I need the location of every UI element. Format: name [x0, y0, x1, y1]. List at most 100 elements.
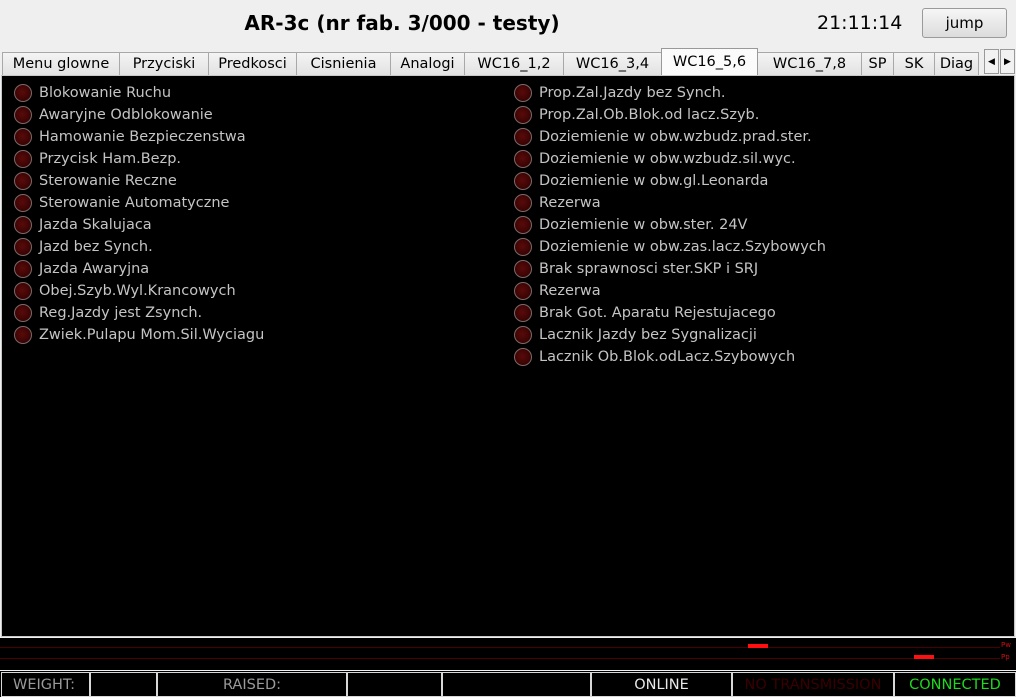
signal-label: Hamowanie Bezpieczenstwa: [39, 129, 246, 145]
signal-label: Blokowanie Ruchu: [39, 85, 172, 101]
trend-line-pw: [0, 647, 1000, 648]
trend-label-pw: Pw: [1001, 641, 1011, 649]
tab-wc16-3-4[interactable]: WC16_3,4: [563, 52, 662, 75]
signal-row: Jazd bez Synch.: [14, 236, 264, 258]
tab-cisnienia[interactable]: Cisnienia: [296, 52, 391, 75]
signal-label: Jazda Skalujaca: [39, 217, 152, 233]
status-led-icon: [514, 216, 532, 234]
status-led-icon: [14, 216, 32, 234]
signal-label: Przycisk Ham.Bezp.: [39, 151, 182, 167]
clock: 21:11:14: [817, 12, 903, 34]
no-transmission-status: NO TRANSMISSION: [732, 672, 894, 697]
tab-list: Menu glowne Przyciski Predkosci Cisnienia An…: [2, 48, 979, 75]
status-led-icon: [14, 326, 32, 344]
signal-row: Prop.Zal.Ob.Blok.od lacz.Szyb.: [514, 104, 826, 126]
tab-wc16-7-8[interactable]: WC16_7,8: [757, 52, 862, 75]
tab-wc16-1-2[interactable]: WC16_1,2: [464, 52, 564, 75]
status-led-icon: [514, 172, 532, 190]
status-led-icon: [14, 106, 32, 124]
arrow-left-icon[interactable]: ◀: [984, 49, 999, 74]
signal-column-right: Prop.Zal.Jazdy bez Synch. Prop.Zal.Ob.Blo…: [514, 82, 826, 368]
signal-label: Rezerwa: [539, 195, 601, 211]
tab-wc16-5-6[interactable]: WC16_5,6: [661, 48, 758, 75]
status-led-icon: [14, 304, 32, 322]
signal-row: Doziemienie w obw.zas.lacz.Szybowych: [514, 236, 826, 258]
signal-row: Awaryjne Odblokowanie: [14, 104, 264, 126]
tab-przyciski[interactable]: Przyciski: [119, 52, 209, 75]
status-led-icon: [14, 260, 32, 278]
raised-label: RAISED:: [157, 672, 347, 697]
signal-column-left: Blokowanie Ruchu Awaryjne Odblokowanie Ham…: [14, 82, 264, 346]
signal-row: Reg.Jazdy jest Zsynch.: [14, 302, 264, 324]
tab-sk[interactable]: SK: [893, 52, 935, 75]
status-led-icon: [514, 238, 532, 256]
signal-row: Przycisk Ham.Bezp.: [14, 148, 264, 170]
tab-bar: Menu glowne Przyciski Predkosci Cisnienia An…: [0, 48, 1016, 75]
tab-diag[interactable]: Diag: [934, 52, 979, 75]
status-led-icon: [514, 128, 532, 146]
signal-panel: Blokowanie Ruchu Awaryjne Odblokowanie Ham…: [1, 75, 1015, 637]
status-led-icon: [514, 282, 532, 300]
status-led-icon: [514, 304, 532, 322]
status-led-icon: [514, 106, 532, 124]
arrow-right-icon[interactable]: ▶: [1000, 49, 1015, 74]
signal-label: Doziemienie w obw.wzbudz.prad.ster.: [539, 129, 812, 145]
tab-analogi[interactable]: Analogi: [390, 52, 465, 75]
trend-marker-pw: [748, 644, 768, 648]
signal-label: Awaryjne Odblokowanie: [39, 107, 213, 123]
signal-row: Sterowanie Automatyczne: [14, 192, 264, 214]
signal-label: Prop.Zal.Jazdy bez Synch.: [539, 85, 726, 101]
jump-button[interactable]: jump: [922, 8, 1007, 38]
tab-sp[interactable]: SP: [861, 52, 894, 75]
status-bar: WEIGHT: RAISED: ONLINE NO TRANSMISSION C…: [0, 671, 1016, 697]
tab-predkosci[interactable]: Predkosci: [208, 52, 297, 75]
signal-label: Reg.Jazdy jest Zsynch.: [39, 305, 203, 321]
status-led-icon: [14, 238, 32, 256]
signal-label: Lacznik Jazdy bez Sygnalizacji: [539, 327, 757, 343]
signal-row: Jazda Awaryjna: [14, 258, 264, 280]
signal-label: Prop.Zal.Ob.Blok.od lacz.Szyb.: [539, 107, 760, 123]
signal-row: Brak Got. Aparatu Rejestujacego: [514, 302, 826, 324]
signal-label: Zwiek.Pulapu Mom.Sil.Wyciagu: [39, 327, 265, 343]
signal-row: Sterowanie Reczne: [14, 170, 264, 192]
signal-row: Obej.Szyb.Wyl.Krancowych: [14, 280, 264, 302]
status-led-icon: [514, 150, 532, 168]
tab-menu-glowne[interactable]: Menu glowne: [2, 52, 120, 75]
status-led-icon: [514, 326, 532, 344]
signal-row: Rezerwa: [514, 280, 826, 302]
signal-row: Lacznik Ob.Blok.odLacz.Szybowych: [514, 346, 826, 368]
status-empty-field: [442, 672, 591, 697]
status-led-icon: [514, 260, 532, 278]
signal-label: Sterowanie Reczne: [39, 173, 177, 189]
signal-label: Doziemienie w obw.gl.Leonarda: [539, 173, 769, 189]
signal-label: Doziemienie w obw.wzbudz.sil.wyc.: [539, 151, 796, 167]
trend-label-pp: Pp: [1001, 653, 1010, 661]
status-led-icon: [14, 282, 32, 300]
signal-row: Lacznik Jazdy bez Sygnalizacji: [514, 324, 826, 346]
weight-label: WEIGHT:: [1, 672, 90, 697]
status-led-icon: [14, 84, 32, 102]
trend-line-pp: [0, 658, 1000, 659]
page-title: AR-3c (nr fab. 3/000 - testy): [244, 11, 560, 35]
connected-status: CONNECTED: [894, 672, 1016, 697]
signal-label: Brak sprawnosci ster.SKP i SRJ: [539, 261, 759, 277]
weight-value: [90, 672, 157, 697]
signal-row: Blokowanie Ruchu: [14, 82, 264, 104]
signal-label: Rezerwa: [539, 283, 601, 299]
signal-label: Lacznik Ob.Blok.odLacz.Szybowych: [539, 349, 796, 365]
signal-row: Doziemienie w obw.gl.Leonarda: [514, 170, 826, 192]
signal-row: Brak sprawnosci ster.SKP i SRJ: [514, 258, 826, 280]
trend-strip: Pw Pp: [0, 638, 1016, 670]
signal-row: Hamowanie Bezpieczenstwa: [14, 126, 264, 148]
signal-label: Doziemienie w obw.zas.lacz.Szybowych: [539, 239, 826, 255]
signal-label: Sterowanie Automatyczne: [39, 195, 230, 211]
status-led-icon: [14, 172, 32, 190]
signal-label: Jazda Awaryjna: [39, 261, 150, 277]
status-led-icon: [14, 194, 32, 212]
online-status: ONLINE: [591, 672, 732, 697]
signal-row: Jazda Skalujaca: [14, 214, 264, 236]
status-led-icon: [514, 84, 532, 102]
signal-label: Obej.Szyb.Wyl.Krancowych: [39, 283, 236, 299]
signal-label: Brak Got. Aparatu Rejestujacego: [539, 305, 776, 321]
status-led-icon: [514, 348, 532, 366]
